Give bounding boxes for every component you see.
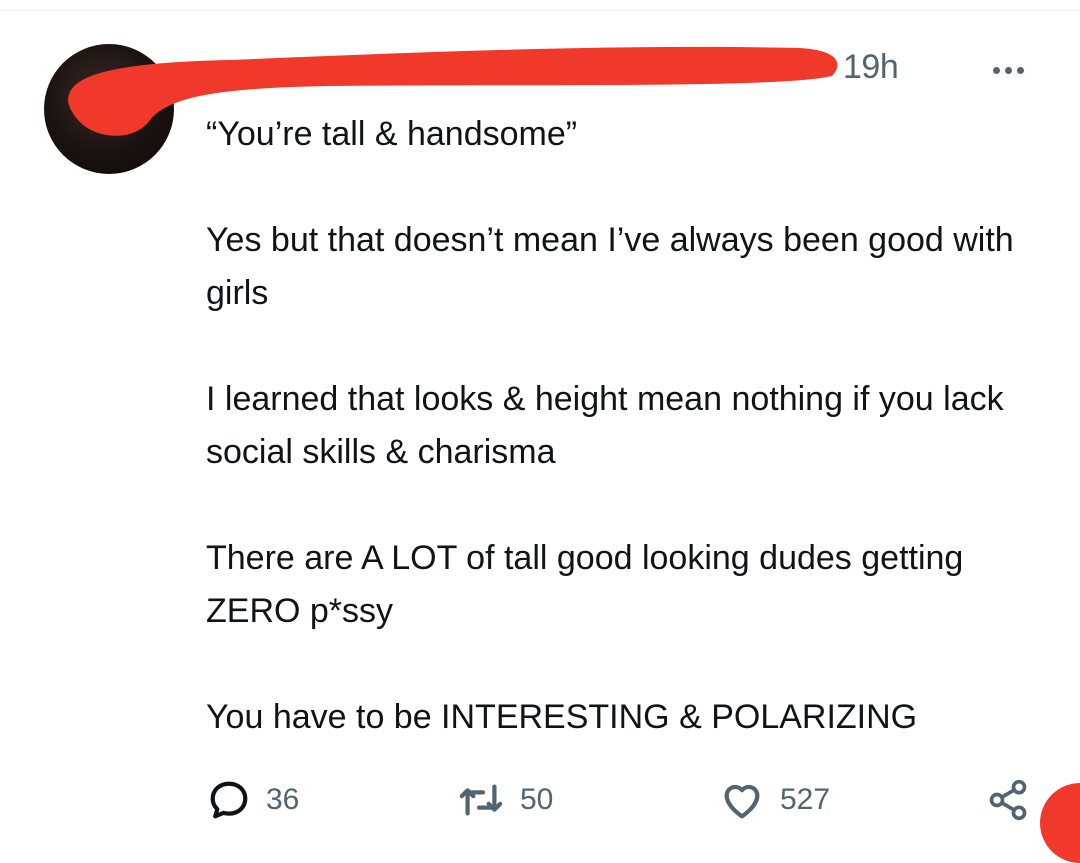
reply-button[interactable]: 36 bbox=[206, 775, 299, 825]
tweet-action-bar: 36 50 527 bbox=[0, 775, 1080, 825]
repost-arrows-icon bbox=[459, 784, 503, 816]
top-divider bbox=[0, 10, 1080, 11]
like-count: 527 bbox=[780, 783, 831, 816]
repost-count: 50 bbox=[520, 783, 554, 816]
heart-icon bbox=[724, 784, 760, 819]
tweet-paragraph: Yes but that doesn’t mean I’ve always be… bbox=[206, 221, 1024, 312]
tweet-paragraph: You have to be INTERESTING & POLARIZING bbox=[206, 698, 918, 736]
more-dot bbox=[1016, 66, 1024, 74]
share-button[interactable] bbox=[986, 775, 1030, 825]
tweet-paragraph: There are A LOT of tall good looking dud… bbox=[206, 539, 973, 630]
avatar[interactable] bbox=[44, 44, 174, 174]
more-horizontal-icon bbox=[992, 66, 1000, 74]
repost-button[interactable]: 50 bbox=[456, 775, 553, 825]
tweet-paragraph: I learned that looks & height mean nothi… bbox=[206, 380, 1014, 471]
tweet-text: “You’re tall & handsome” Yes but that do… bbox=[206, 108, 1046, 744]
share-nodes-icon bbox=[989, 779, 1027, 821]
more-dot bbox=[1004, 66, 1012, 74]
more-options-button[interactable] bbox=[986, 52, 1030, 88]
speech-bubble-icon bbox=[210, 781, 248, 819]
reply-count: 36 bbox=[266, 783, 300, 816]
like-button[interactable]: 527 bbox=[718, 775, 830, 825]
tweet-timestamp[interactable]: 19h bbox=[843, 48, 899, 87]
tweet-paragraph: “You’re tall & handsome” bbox=[206, 115, 578, 153]
